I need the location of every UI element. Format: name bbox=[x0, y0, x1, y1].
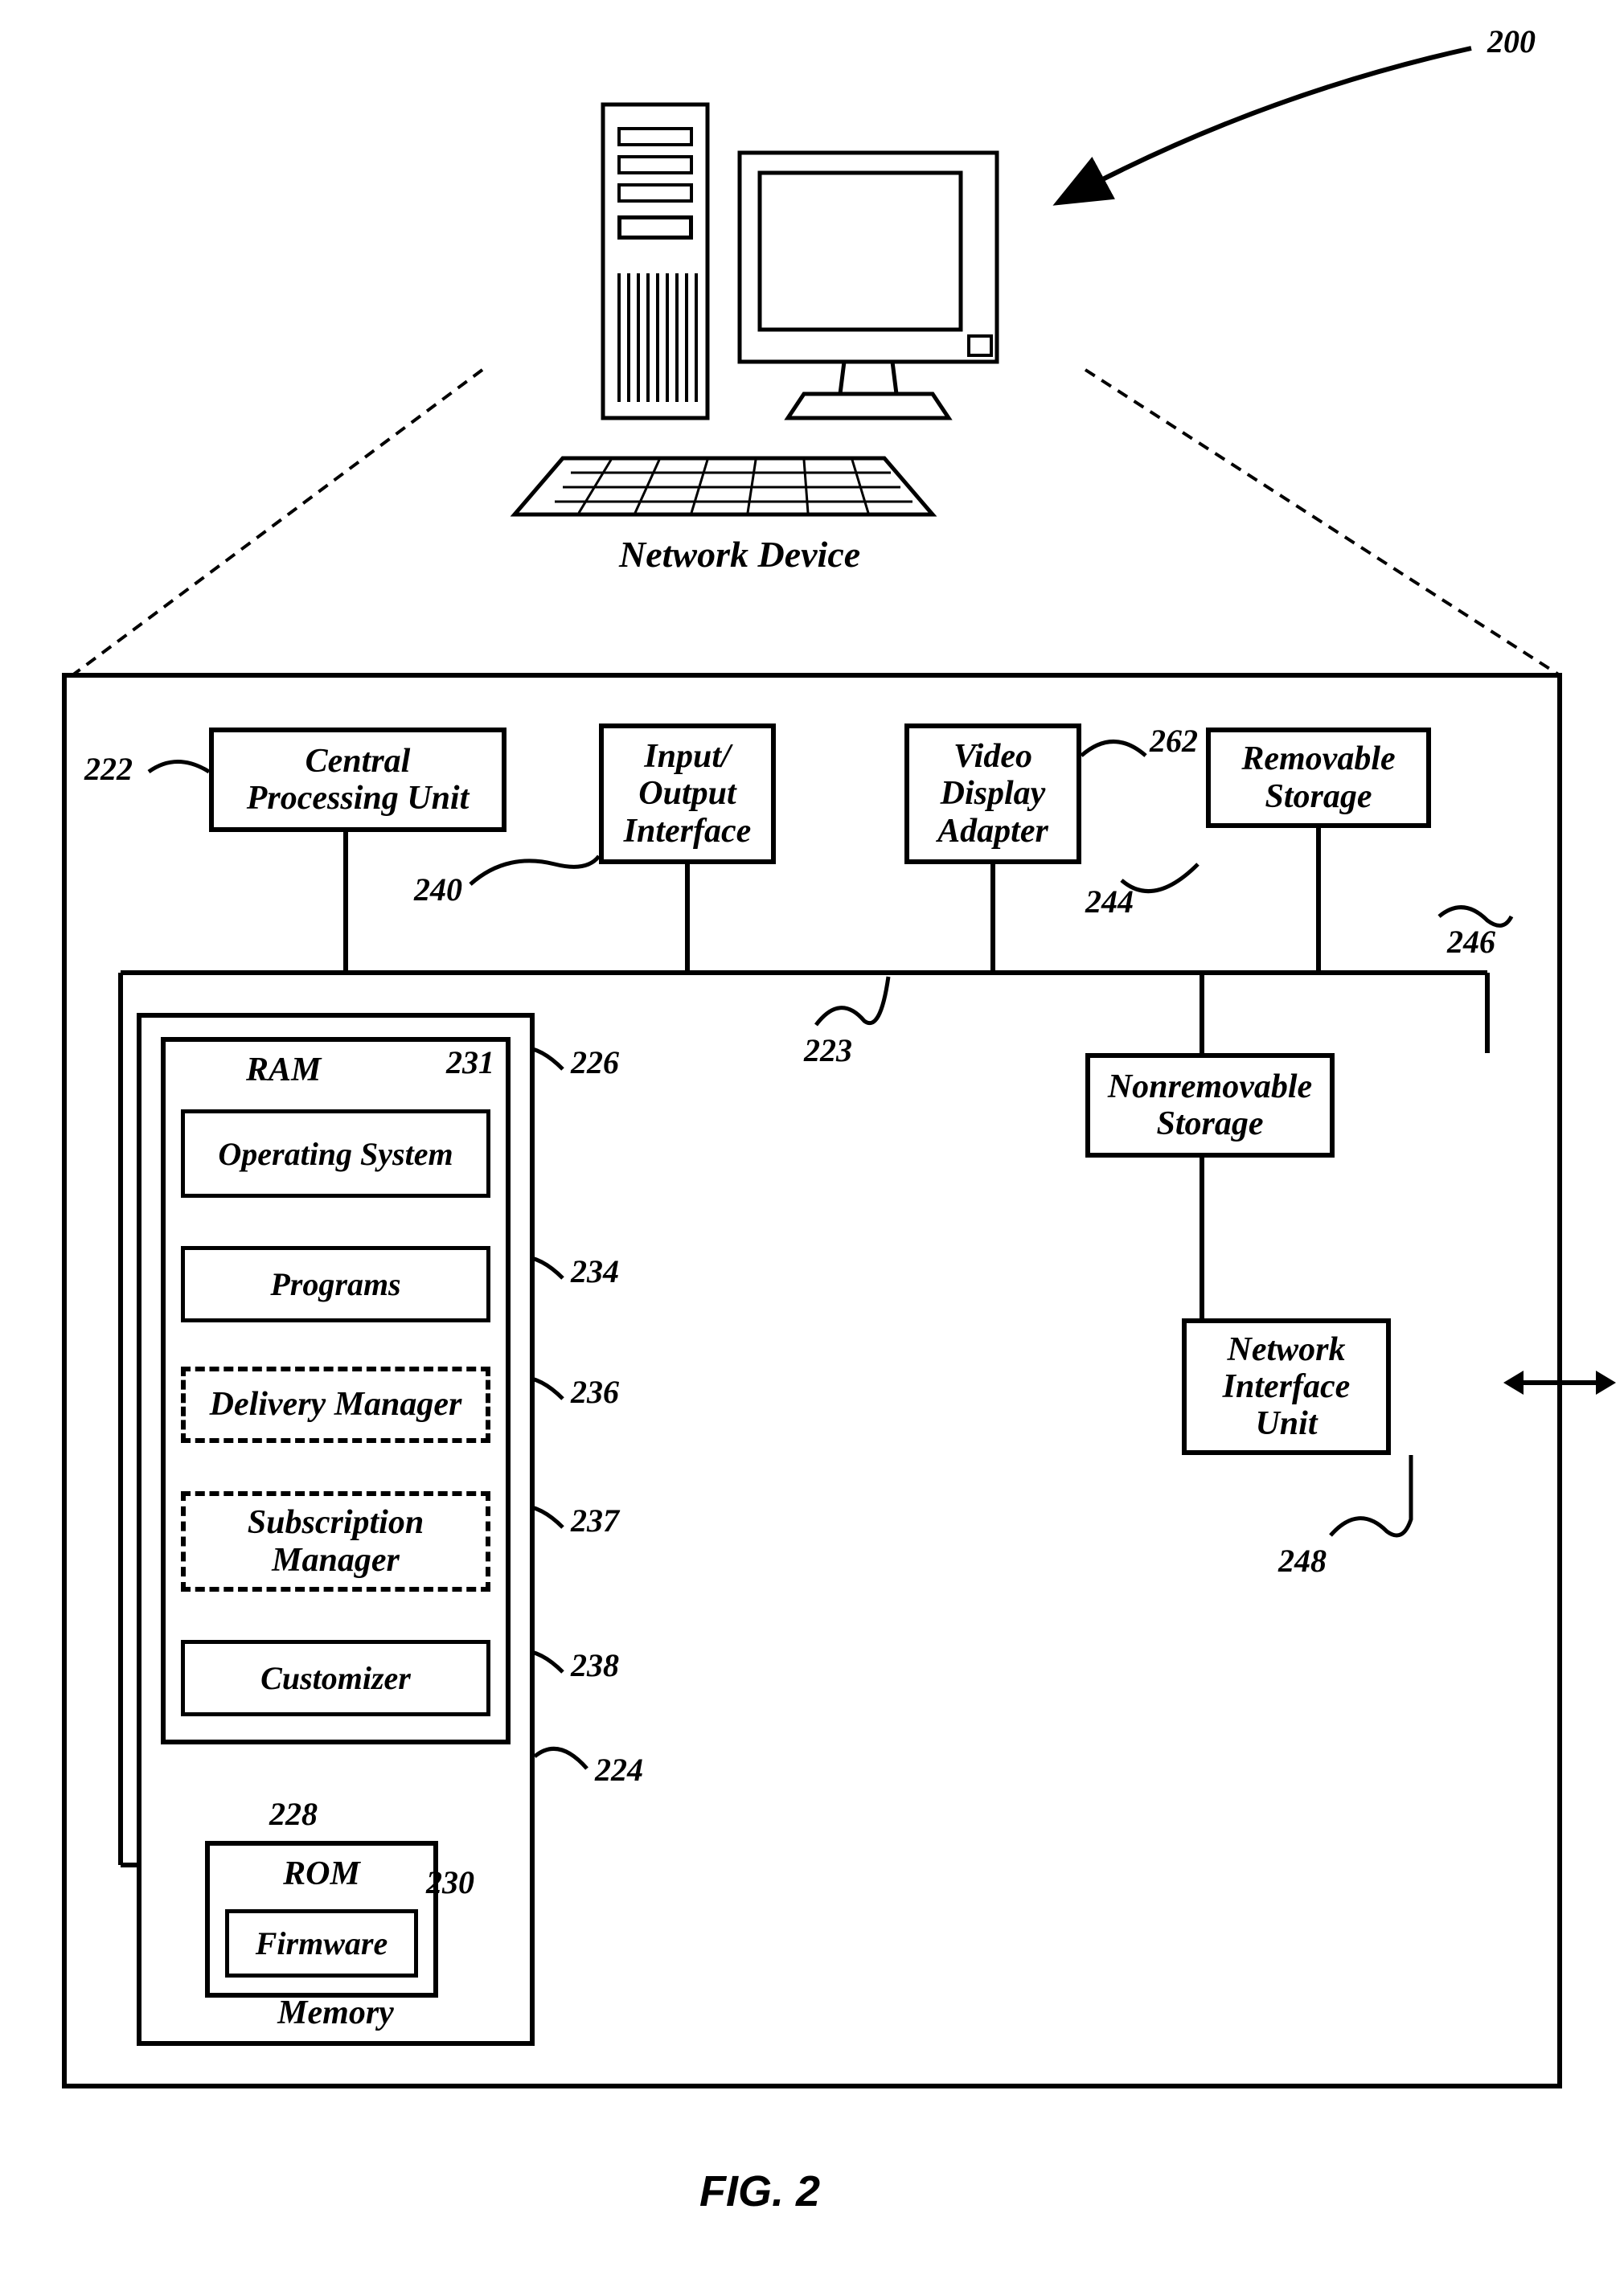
programs-box: Programs bbox=[181, 1246, 490, 1322]
ref-237: 237 bbox=[571, 1503, 619, 1539]
niu-box: Network Interface Unit bbox=[1182, 1318, 1391, 1455]
os-box: Operating System bbox=[181, 1109, 490, 1198]
ref-234: 234 bbox=[571, 1254, 619, 1289]
cpu-box: Central Processing Unit bbox=[209, 728, 506, 832]
ref-238: 238 bbox=[571, 1648, 619, 1683]
ref-248: 248 bbox=[1278, 1543, 1327, 1579]
ref-246: 246 bbox=[1447, 924, 1495, 960]
ref-226: 226 bbox=[571, 1045, 619, 1080]
ref-231: 231 bbox=[446, 1045, 494, 1080]
firmware-box: Firmware bbox=[225, 1909, 418, 1978]
removable-box: Removable Storage bbox=[1206, 728, 1431, 828]
vda-box: Video Display Adapter bbox=[904, 723, 1081, 864]
rom-label: ROM bbox=[283, 1855, 360, 1892]
ram-label: RAM bbox=[246, 1051, 321, 1088]
ref-240: 240 bbox=[414, 872, 462, 908]
network-device-label: Network Device bbox=[619, 535, 860, 576]
delivery-box: Delivery Manager bbox=[181, 1367, 490, 1443]
ref-228: 228 bbox=[269, 1797, 318, 1832]
ref-262: 262 bbox=[1150, 723, 1198, 759]
memory-label: Memory bbox=[277, 1994, 394, 2031]
ref-200: 200 bbox=[1487, 24, 1536, 59]
ref-223: 223 bbox=[804, 1033, 852, 1068]
nonremovable-box: Nonremovable Storage bbox=[1085, 1053, 1335, 1158]
ref-224: 224 bbox=[595, 1752, 643, 1788]
ref-222: 222 bbox=[84, 752, 133, 787]
ref-236: 236 bbox=[571, 1375, 619, 1410]
figure-caption: FIG. 2 bbox=[699, 2166, 820, 2216]
ref-244: 244 bbox=[1085, 884, 1134, 920]
subscription-box: Subscription Manager bbox=[181, 1491, 490, 1592]
customizer-box: Customizer bbox=[181, 1640, 490, 1716]
ref-230: 230 bbox=[426, 1865, 474, 1900]
io-box: Input/ Output Interface bbox=[599, 723, 776, 864]
